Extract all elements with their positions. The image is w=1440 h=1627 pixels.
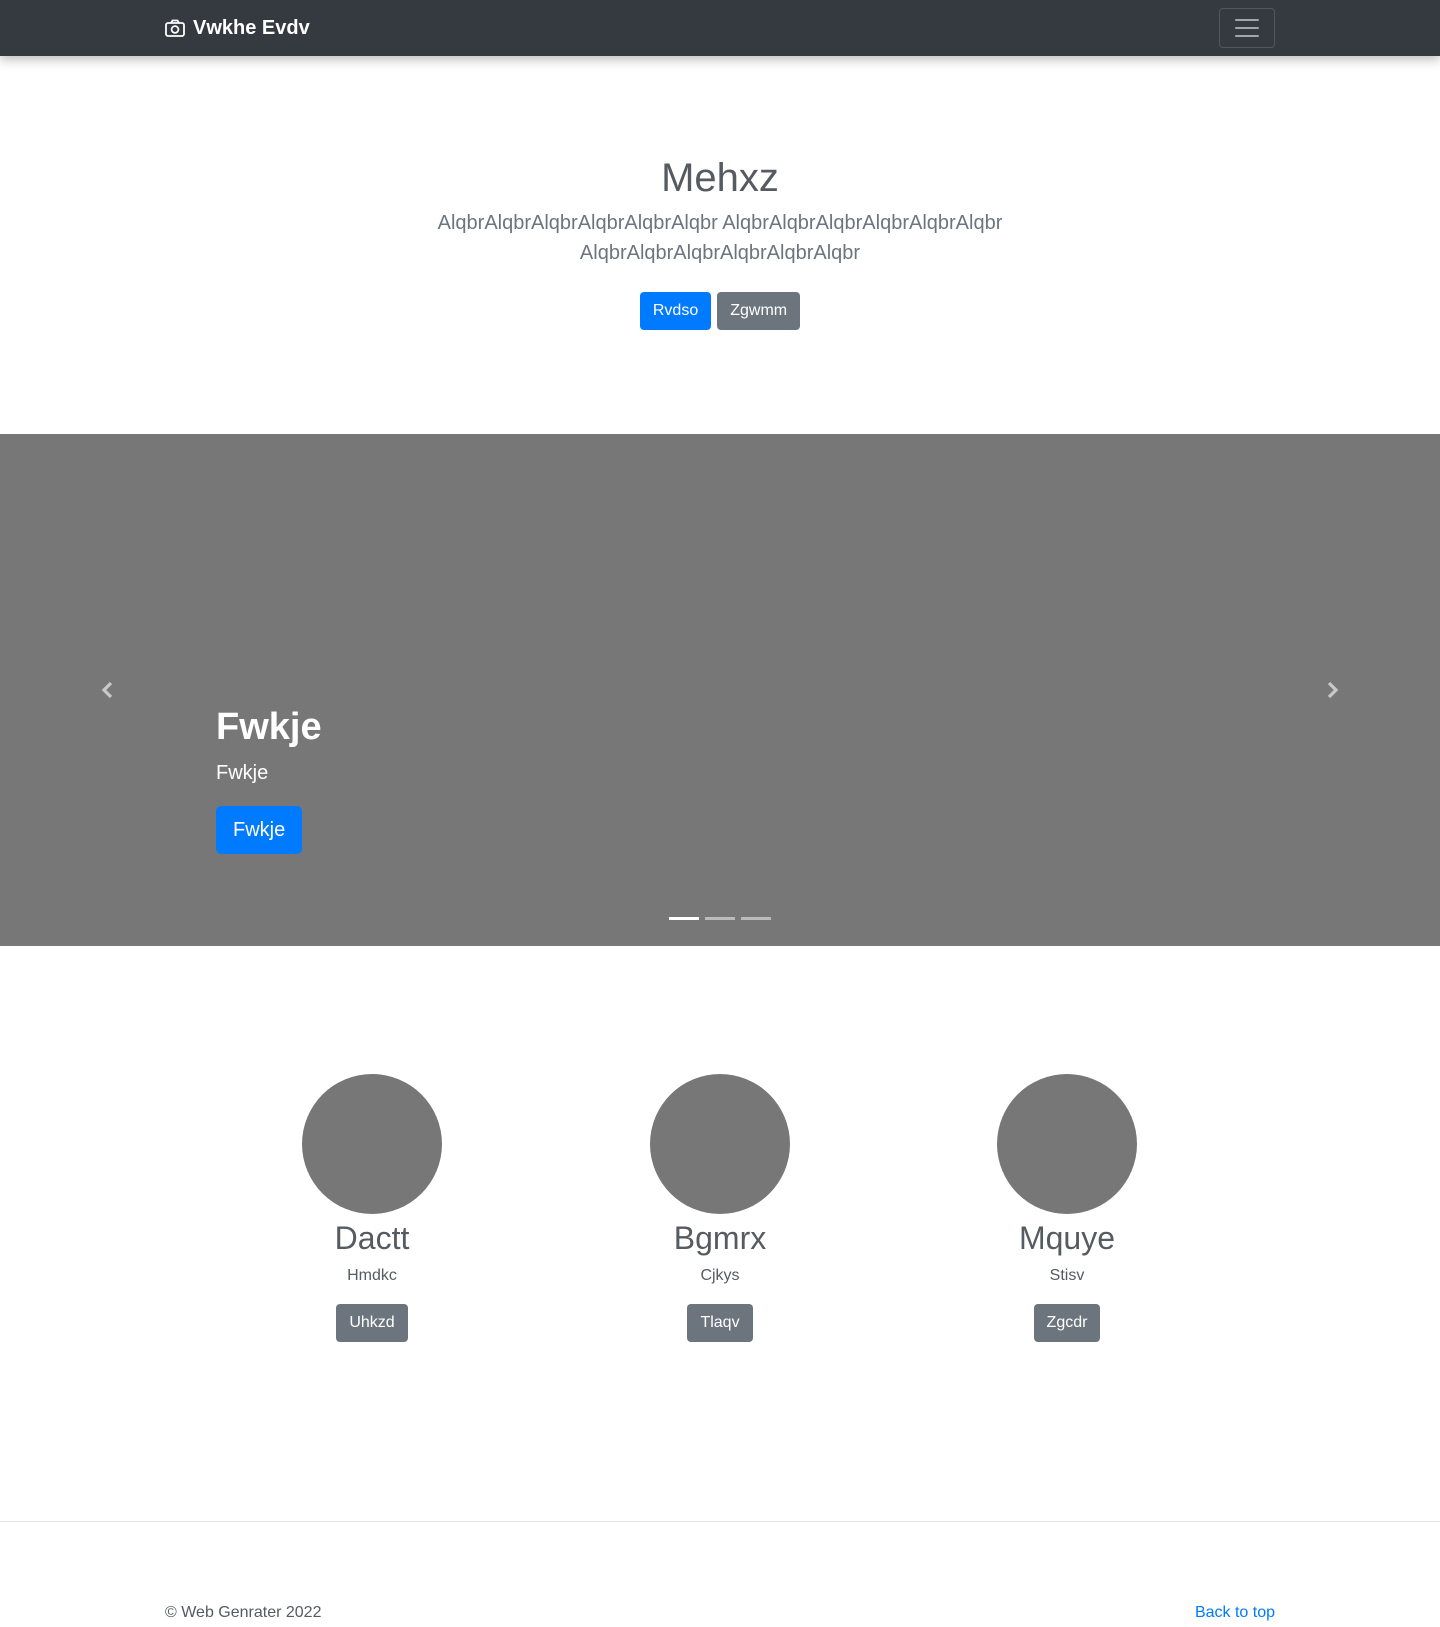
- feature-button[interactable]: Zgcdr: [1033, 1304, 1101, 1342]
- brand-name: Vwkhe Evdv: [193, 16, 310, 39]
- feature-image-placeholder: [997, 1074, 1137, 1214]
- carousel-next-button[interactable]: [1224, 434, 1440, 946]
- navbar-toggler-button[interactable]: [1219, 8, 1275, 48]
- brand-link[interactable]: Vwkhe Evdv: [165, 0, 310, 56]
- camera-icon: [165, 19, 185, 37]
- hero-lead-text: AlqbrAlqbrAlqbrAlqbrAlqbrAlqbr AlqbrAlqb…: [437, 212, 1003, 264]
- feature-text: Cjkys: [700, 1267, 740, 1284]
- feature-column: Dactt Hmdkc Uhkzd: [222, 1074, 522, 1342]
- carousel-indicators: [0, 917, 1440, 920]
- back-to-top-link[interactable]: Back to top: [1195, 1604, 1275, 1622]
- feature-text: Stisv: [1049, 1267, 1085, 1284]
- footer-copyright: © Web Genrater 2022: [165, 1604, 322, 1621]
- feature-column: Bgmrx Cjkys Tlaqv: [570, 1074, 870, 1342]
- feature-image-placeholder: [302, 1074, 442, 1214]
- navbar: Vwkhe Evdv: [0, 0, 1440, 56]
- feature-column: Mquye Stisv Zgcdr: [917, 1074, 1217, 1342]
- feature-text: Hmdkc: [347, 1267, 397, 1284]
- carousel-caption-button[interactable]: Fwkje: [216, 806, 303, 854]
- feature-title: Dactt: [334, 1220, 410, 1256]
- carousel-indicator-2[interactable]: [705, 917, 735, 920]
- hero-section: Mehxz AlqbrAlqbrAlqbrAlqbrAlqbrAlqbr Alq…: [0, 56, 1440, 434]
- feature-title: Mquye: [1018, 1220, 1116, 1256]
- feature-image-placeholder: [650, 1074, 790, 1214]
- carousel-indicator-3[interactable]: [741, 917, 771, 920]
- carousel-caption-text: Fwkje: [216, 762, 269, 784]
- feature-button[interactable]: Tlaqv: [687, 1304, 753, 1342]
- hamburger-menu-icon: [1235, 19, 1259, 37]
- features-section: Dactt Hmdkc Uhkzd Bgmrx Cjkys Tlaqv Mquy…: [0, 946, 1440, 1521]
- hero-title: Mehxz: [661, 156, 779, 200]
- carousel-prev-button[interactable]: [0, 434, 216, 946]
- feature-title: Bgmrx: [673, 1220, 767, 1256]
- hero-buttons: Rvdso Zgwmm: [0, 292, 1440, 330]
- hero-secondary-button[interactable]: Zgwmm: [717, 292, 801, 330]
- carousel-caption-title: Fwkje: [216, 706, 322, 748]
- carousel: Fwkje Fwkje Fwkje: [0, 434, 1440, 946]
- feature-button[interactable]: Uhkzd: [336, 1304, 408, 1342]
- hero-primary-button[interactable]: Rvdso: [639, 292, 712, 330]
- carousel-caption: Fwkje Fwkje Fwkje: [216, 704, 322, 854]
- section-divider: [0, 1521, 1440, 1522]
- chevron-left-icon: [101, 681, 113, 699]
- chevron-right-icon: [1327, 681, 1339, 699]
- carousel-indicator-1[interactable]: [669, 917, 699, 920]
